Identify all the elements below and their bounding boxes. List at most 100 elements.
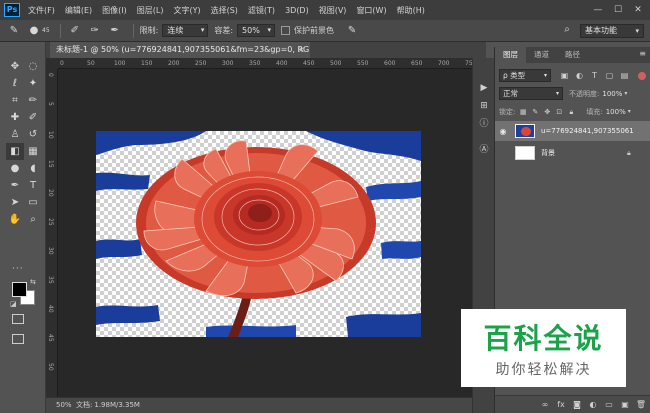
close-button[interactable]: ✕: [630, 3, 646, 17]
zoom-tool-icon[interactable]: ⌕: [24, 211, 42, 228]
fill-input[interactable]: 100%: [606, 108, 626, 116]
close-icon[interactable]: ×: [298, 42, 305, 58]
ruler-origin[interactable]: [46, 58, 58, 69]
ruler-tick: 45: [47, 334, 54, 342]
tab-channels[interactable]: 通道: [526, 47, 557, 63]
edit-toolbar-icon[interactable]: ···: [12, 264, 24, 274]
layer-row[interactable]: 背景 🔒︎: [495, 143, 650, 163]
tolerance-input[interactable]: 50% ▾: [237, 24, 276, 37]
vertical-ruler[interactable]: 0 5 10 15 20 25 30 35 40 45 50: [46, 69, 58, 397]
pressure-icon[interactable]: ✎: [344, 24, 360, 38]
protect-foreground-checkbox[interactable]: [281, 26, 291, 35]
eye-icon[interactable]: ◉: [495, 127, 511, 136]
chevron-down-icon[interactable]: ▾: [624, 90, 627, 97]
foreground-color-swatch[interactable]: [12, 282, 27, 297]
menu-type[interactable]: 文字(Y): [173, 5, 200, 16]
gradient-tool-icon[interactable]: ▦: [24, 143, 42, 160]
layer-row[interactable]: ◉ u=776924841,907355061...: [495, 121, 650, 141]
lock-transparent-icon[interactable]: ▦: [518, 107, 528, 117]
eraser-tool-icon[interactable]: ◧: [6, 143, 24, 160]
menu-file[interactable]: 文件(F): [28, 5, 55, 16]
brush-tool-icon[interactable]: ✐: [24, 109, 42, 126]
menu-help[interactable]: 帮助(H): [397, 5, 425, 16]
maximize-button[interactable]: ☐: [610, 3, 626, 17]
filter-toggle[interactable]: [638, 71, 646, 80]
clone-stamp-tool-icon[interactable]: ♙: [6, 126, 24, 143]
marquee-tool-icon[interactable]: ◌: [24, 58, 42, 75]
watermark-title: 百科全说: [483, 322, 604, 355]
menu-filter[interactable]: 滤镜(T): [248, 5, 275, 16]
path-selection-tool-icon[interactable]: ➤: [6, 194, 24, 211]
brush-preview-icon[interactable]: ●: [26, 24, 42, 38]
type-filter-icon[interactable]: T: [589, 70, 600, 81]
pen-tool-icon[interactable]: ✒: [6, 177, 24, 194]
tab-layers[interactable]: 图层: [495, 47, 526, 63]
blend-mode-select[interactable]: 正常 ▾: [499, 87, 563, 100]
blur-tool-icon[interactable]: ●: [6, 160, 24, 177]
tool-preset-icon[interactable]: ✎: [6, 24, 22, 38]
menu-layer[interactable]: 图层(L): [137, 5, 164, 16]
dodge-tool-icon[interactable]: ◖: [24, 160, 42, 177]
adjustment-layer-icon[interactable]: ◐: [587, 399, 599, 411]
panel-menu-icon[interactable]: ≡: [639, 49, 646, 58]
eyedropper-tool-icon[interactable]: ✏: [24, 92, 42, 109]
healing-brush-tool-icon[interactable]: ✚: [6, 109, 24, 126]
delete-layer-icon[interactable]: 🗑︎: [635, 399, 647, 411]
quick-mask-icon[interactable]: [12, 314, 24, 324]
document-tab[interactable]: 未标题-1 @ 50% (u=776924841,907355061&fm=23…: [50, 42, 310, 58]
info-panel-icon[interactable]: ⓘ: [478, 118, 490, 130]
lock-image-icon[interactable]: ✎: [530, 107, 540, 117]
history-brush-tool-icon[interactable]: ↺: [24, 126, 42, 143]
limits-select[interactable]: 连续 ▾: [162, 24, 209, 37]
chevron-down-icon[interactable]: ▾: [628, 108, 631, 115]
search-icon[interactable]: ⌕: [560, 24, 574, 38]
adjustment-filter-icon[interactable]: ◐: [574, 70, 585, 81]
type-tool-icon[interactable]: T: [24, 177, 42, 194]
minimize-button[interactable]: —: [590, 3, 606, 17]
shape-filter-icon[interactable]: ▢: [604, 70, 615, 81]
tab-paths[interactable]: 路径: [557, 47, 588, 63]
properties-panel-icon[interactable]: ⊞: [478, 100, 490, 112]
new-layer-icon[interactable]: ▣: [619, 399, 631, 411]
rectangle-tool-icon[interactable]: ▭: [24, 194, 42, 211]
flower-image[interactable]: [96, 131, 421, 337]
link-layers-icon[interactable]: ∞: [539, 399, 551, 411]
lasso-tool-icon[interactable]: ℓ: [6, 75, 24, 92]
menu-view[interactable]: 视图(V): [319, 5, 347, 16]
watermark-subtitle: 助你轻松解决: [495, 362, 592, 378]
new-group-icon[interactable]: ▭: [603, 399, 615, 411]
sampling-once-icon[interactable]: ✑: [87, 24, 103, 38]
menu-3d[interactable]: 3D(D): [285, 6, 309, 15]
layer-style-icon[interactable]: fx: [555, 399, 567, 411]
workspace-select[interactable]: 基本功能 ▾: [580, 24, 644, 38]
sampling-swatch-icon[interactable]: ✒: [107, 24, 123, 38]
zoom-level[interactable]: 50%: [56, 398, 72, 413]
menu-edit[interactable]: 编辑(E): [65, 5, 92, 16]
crop-tool-icon[interactable]: ⌗: [6, 92, 24, 109]
smart-object-filter-icon[interactable]: ▤: [619, 70, 630, 81]
hand-tool-icon[interactable]: ✋: [6, 211, 24, 228]
history-panel-icon[interactable]: ▶: [478, 82, 490, 94]
lock-position-icon[interactable]: ✥: [542, 107, 552, 117]
sampling-continuous-icon[interactable]: ✐: [67, 24, 83, 38]
document-canvas[interactable]: [58, 69, 486, 397]
visibility-toggle[interactable]: [495, 149, 511, 157]
lock-artboard-icon[interactable]: ⊡: [554, 107, 564, 117]
magic-wand-tool-icon[interactable]: ✦: [24, 75, 42, 92]
horizontal-ruler[interactable]: 0 50 100 150 200 250 300 350 400 450 500…: [58, 58, 486, 69]
add-mask-icon[interactable]: ◙: [571, 399, 583, 411]
opacity-input[interactable]: 100%: [602, 90, 622, 98]
screen-mode-icon[interactable]: [12, 334, 24, 344]
separator: [59, 23, 61, 38]
filter-kind-select[interactable]: ρ 类型 ▾: [499, 69, 551, 82]
document-info[interactable]: 文档: 1.98M/3.35M: [76, 398, 140, 413]
menu-window[interactable]: 窗口(W): [356, 5, 386, 16]
menu-select[interactable]: 选择(S): [211, 5, 238, 16]
lock-all-icon[interactable]: 🔒︎: [566, 107, 576, 117]
character-panel-icon[interactable]: Ⓐ: [478, 144, 490, 156]
menu-image[interactable]: 图像(I): [102, 5, 127, 16]
swap-colors-icon[interactable]: ⇆: [30, 278, 36, 286]
move-tool-icon[interactable]: ✥: [6, 58, 24, 75]
default-colors-icon[interactable]: ◪: [10, 300, 17, 308]
pixel-filter-icon[interactable]: ▣: [559, 70, 570, 81]
